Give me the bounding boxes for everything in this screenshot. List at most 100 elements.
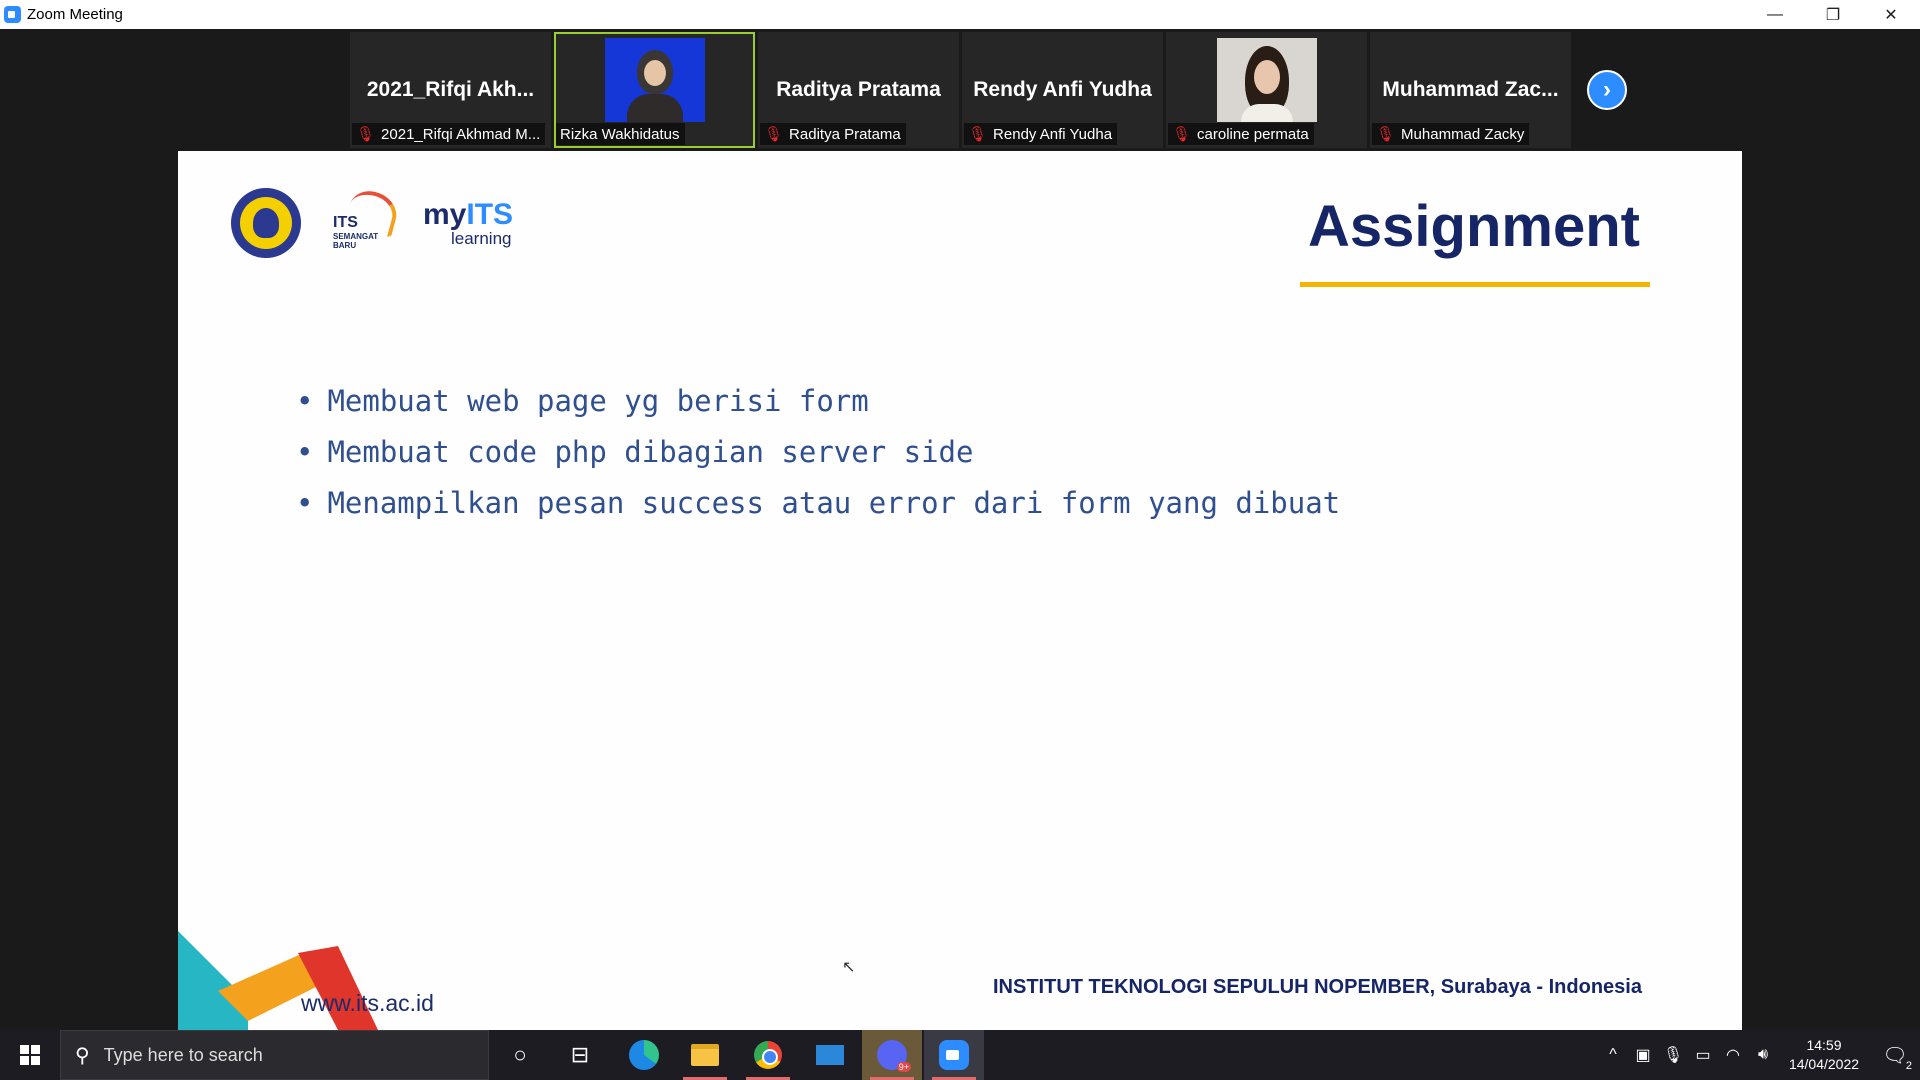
window-title: Zoom Meeting [27, 6, 123, 23]
myits-sub: learning [451, 228, 512, 248]
edge-taskbar-button[interactable] [614, 1030, 674, 1080]
participant-strip: 2021_Rifqi Akh... 🎙︎ 2021_Rifqi Akhmad M… [350, 32, 1571, 148]
minimize-button[interactable]: — [1746, 0, 1804, 29]
battery-icon[interactable]: ▭ [1688, 1045, 1718, 1065]
myits-learning-logo: myITS learning [423, 197, 514, 248]
discord-badge: 9+ [896, 1062, 911, 1072]
participant-tile[interactable]: 2021_Rifqi Akh... 🎙︎ 2021_Rifqi Akhmad M… [350, 32, 551, 148]
system-tray: ^ ▣ 🎙︎ ▭ ◠ 🔊︎ 14:59 14/04/2022 🗨︎ 2 [1598, 1030, 1920, 1080]
participant-video [604, 38, 705, 122]
participant-video [1216, 38, 1317, 122]
institute-footer: INSTITUT TEKNOLOGI SEPULUH NOPEMBER, Sur… [993, 976, 1642, 998]
clock-time: 14:59 [1806, 1037, 1842, 1053]
bullet-item: • Menampilkan pesan success atau error da… [296, 478, 1340, 529]
participant-name: 2021_Rifqi Akhmad M... [381, 125, 541, 143]
volume-icon[interactable]: 🔊︎ [1748, 1046, 1778, 1064]
taskbar-search-box[interactable]: ⚲ Type here to search [60, 1030, 489, 1080]
chrome-icon [754, 1041, 782, 1069]
participant-label: 🎙︎ caroline permata [1168, 123, 1314, 145]
camera-icon[interactable]: ▣ [1628, 1045, 1658, 1065]
video-person-face [643, 60, 666, 86]
participant-label: 🎙︎ Muhammad Zacky [1372, 123, 1530, 145]
zoom-icon [939, 1040, 969, 1070]
muted-mic-icon: 🎙︎ [1172, 126, 1192, 143]
task-view-icon: ⊟ [570, 1042, 590, 1067]
zoom-app-icon [4, 6, 21, 23]
myits-prefix: my [423, 197, 467, 231]
video-person-body [1240, 104, 1293, 122]
window-controls: — ❐ ✕ [1746, 0, 1920, 29]
muted-mic-icon: 🎙︎ [356, 126, 376, 143]
participant-name: Rizka Wakhidatus [560, 125, 680, 143]
myits-brand: ITS [466, 197, 514, 231]
participant-tile[interactable]: 🎙︎ caroline permata [1166, 32, 1367, 148]
cortana-icon: ○ [513, 1042, 527, 1067]
semangat-logo-subtext: SEMANGAT BARU [333, 232, 379, 250]
next-participants-button[interactable]: › [1587, 70, 1627, 110]
close-button[interactable]: ✕ [1862, 0, 1920, 29]
bullet-dot: • [296, 384, 314, 418]
muted-mic-icon: 🎙︎ [1376, 126, 1396, 143]
slide-logos: ITS SEMANGAT BARU myITS learning [231, 186, 514, 258]
participant-display-name: Muhammad Zac... [1382, 78, 1559, 101]
participant-display-name: 2021_Rifqi Akh... [366, 78, 535, 101]
meeting-area: 2021_Rifqi Akh... 🎙︎ 2021_Rifqi Akhmad M… [0, 29, 1920, 1030]
bullet-text: Membuat web page yg berisi form [327, 384, 869, 418]
clock-date: 14/04/2022 [1788, 1056, 1860, 1072]
semangat-logo-text: ITS [333, 214, 358, 231]
bullet-list: • Membuat web page yg berisi form • Membua… [296, 376, 1340, 529]
start-button[interactable] [0, 1030, 60, 1080]
participant-tile[interactable]: Muhammad Zac... 🎙︎ Muhammad Zacky [1370, 32, 1571, 148]
its-seal-logo [231, 188, 301, 258]
its-semangat-baru-logo: ITS SEMANGAT BARU [331, 186, 402, 254]
shared-slide: ITS SEMANGAT BARU myITS learning Assignm… [178, 151, 1742, 1030]
participant-display-name: Raditya Pratama [776, 78, 941, 101]
search-icon: ⚲ [75, 1044, 90, 1067]
participant-display-name: Rendy Anfi Yudha [973, 78, 1152, 101]
notification-center-button[interactable]: 🗨︎ 2 [1870, 1030, 1920, 1080]
participant-tile[interactable]: Rendy Anfi Yudha 🎙︎ Rendy Anfi Yudha [962, 32, 1163, 148]
participant-name: caroline permata [1197, 125, 1309, 143]
discord-taskbar-button[interactable]: 9+ [862, 1030, 922, 1080]
taskbar-clock[interactable]: 14:59 14/04/2022 [1778, 1036, 1870, 1074]
folder-icon [691, 1044, 719, 1066]
cortana-button[interactable]: ○ [490, 1030, 550, 1080]
muted-mic-icon: 🎙︎ [764, 126, 784, 143]
discord-icon: 9+ [877, 1040, 911, 1072]
video-person-body [626, 94, 683, 122]
bullet-dot: • [296, 435, 314, 469]
restore-button[interactable]: ❐ [1804, 0, 1862, 29]
participant-name: Muhammad Zacky [1401, 125, 1525, 143]
task-view-button[interactable]: ⊟ [550, 1030, 610, 1080]
muted-mic-icon: 🎙︎ [968, 126, 988, 143]
mouse-cursor-icon: ↖ [842, 959, 856, 976]
slide-title: Assignment [1308, 194, 1640, 259]
windows-taskbar: ⚲ Type here to search ○ ⊟ 9+ ^ ▣ 🎙︎ ▭ ◠ … [0, 1030, 1920, 1080]
bullet-item: • Membuat web page yg berisi form [296, 376, 1340, 427]
notification-icon: 🗨︎ [1882, 1044, 1908, 1067]
bullet-dot: • [296, 486, 314, 520]
mail-taskbar-button[interactable] [800, 1030, 860, 1080]
wifi-icon[interactable]: ◠ [1718, 1045, 1748, 1065]
chrome-taskbar-button[interactable] [738, 1030, 798, 1080]
search-placeholder: Type here to search [103, 1044, 263, 1065]
mail-icon [816, 1045, 844, 1065]
edge-icon [629, 1040, 659, 1070]
zoom-taskbar-button[interactable] [924, 1030, 984, 1080]
slide-url: www.its.ac.id [301, 990, 434, 1016]
participant-name: Rendy Anfi Yudha [993, 125, 1113, 143]
file-explorer-taskbar-button[interactable] [675, 1030, 735, 1080]
notification-count: 2 [1905, 1060, 1912, 1072]
participant-label: 🎙︎ Raditya Pratama [760, 123, 906, 145]
bullet-item: • Membuat code php dibagian server side [296, 427, 1340, 478]
microphone-icon[interactable]: 🎙︎ [1658, 1045, 1688, 1065]
participant-label: 🎙︎ 2021_Rifqi Akhmad M... [352, 123, 546, 145]
participant-tile-active[interactable]: Rizka Wakhidatus [554, 32, 755, 148]
participant-tile[interactable]: Raditya Pratama 🎙︎ Raditya Pratama [758, 32, 959, 148]
chevron-up-icon[interactable]: ^ [1598, 1046, 1628, 1064]
bullet-text: Membuat code php dibagian server side [327, 435, 974, 469]
bullet-text: Menampilkan pesan success atau error dar… [327, 486, 1341, 520]
window-titlebar: Zoom Meeting — ❐ ✕ [0, 0, 1920, 29]
participant-label: 🎙︎ Rendy Anfi Yudha [964, 123, 1118, 145]
participant-label: Rizka Wakhidatus [556, 123, 685, 145]
